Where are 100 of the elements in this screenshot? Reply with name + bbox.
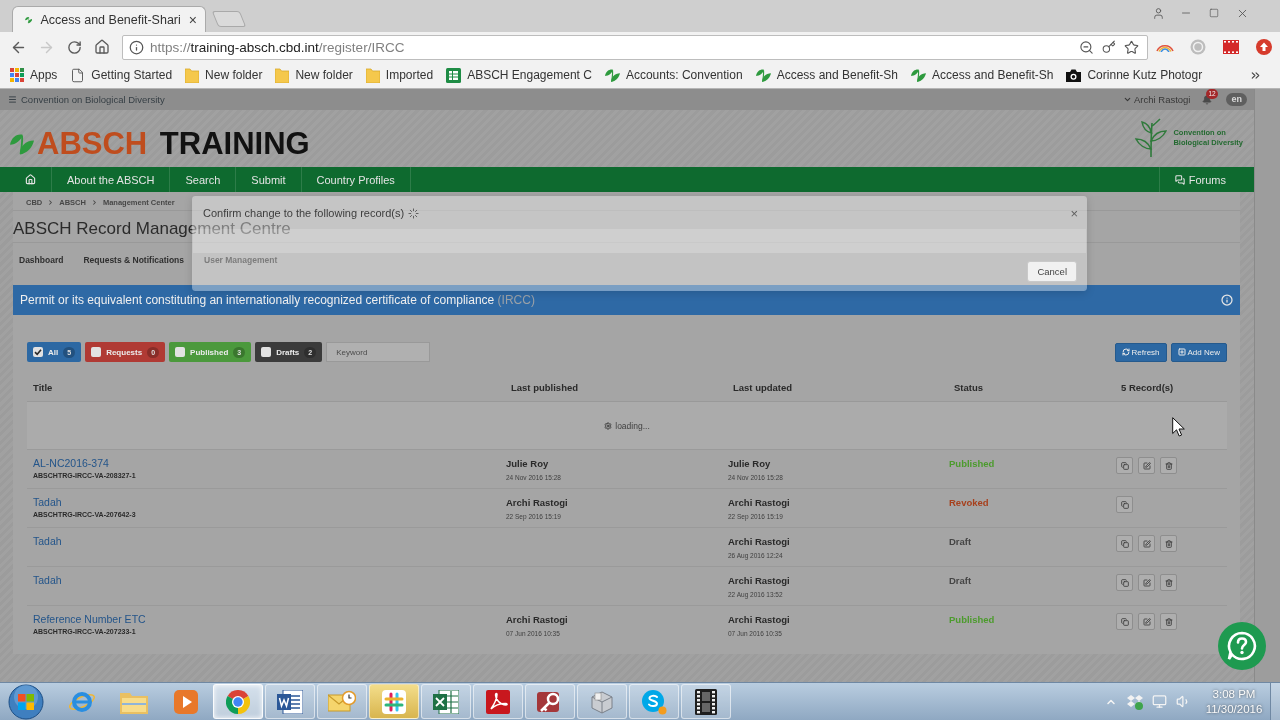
trash-icon [1164, 578, 1173, 587]
chat-bubble-icon [641, 688, 667, 715]
record-title-link[interactable]: Tadah [33, 574, 62, 587]
edit-button[interactable] [1138, 574, 1155, 591]
cog-icon [604, 421, 613, 430]
keyword-field[interactable]: Keyword [326, 342, 431, 362]
cancel-button[interactable]: Cancel [1027, 261, 1077, 282]
delete-button[interactable] [1160, 457, 1177, 474]
bookmark-link[interactable]: Access and Benefit-Sh [911, 67, 1054, 83]
edit-button[interactable] [1138, 457, 1155, 474]
edit-button[interactable] [1138, 535, 1155, 552]
refresh-icon [1121, 348, 1130, 356]
page-title: ABSCH Record Management Centre [13, 219, 291, 239]
updater-name: Archi Rastogi [728, 613, 790, 626]
column-header: Title [33, 381, 53, 393]
page-icon [70, 67, 86, 83]
windows-logo-icon [8, 683, 44, 720]
language-button[interactable]: en [1226, 93, 1247, 106]
show-desktop-button[interactable] [1270, 683, 1280, 720]
info-icon [129, 39, 144, 55]
bookmark-link[interactable]: Apps [10, 68, 58, 82]
taskbar-button[interactable] [681, 684, 731, 719]
checkbox-icon[interactable] [261, 347, 272, 357]
disc-icon [1189, 39, 1206, 55]
page-tab[interactable]: Dashboard [13, 250, 70, 270]
mouse-pointer-icon [1172, 417, 1185, 437]
maximize-icon [1209, 8, 1219, 18]
delete-button[interactable] [1160, 574, 1177, 591]
home-icon [94, 39, 110, 55]
scrollbar-track[interactable] [1254, 89, 1280, 682]
copy-button[interactable] [1116, 574, 1133, 591]
clock-date: 11/30/2016 [1205, 701, 1263, 717]
edit-button[interactable] [1138, 613, 1155, 630]
page-tab[interactable]: Requests & Notifications [77, 250, 190, 270]
dialog-close-button[interactable]: × [1070, 206, 1078, 220]
record-title-link[interactable]: Reference Number ETC [33, 613, 146, 626]
copy-button[interactable] [1116, 613, 1133, 630]
refresh-button[interactable]: Refresh [1114, 342, 1167, 362]
bookmark-link[interactable]: Getting Started [70, 67, 173, 83]
copy-button[interactable] [1116, 496, 1133, 513]
record-title-link[interactable]: Tadah [33, 496, 62, 509]
checkbox-icon[interactable] [91, 347, 102, 357]
document-icon [277, 689, 303, 714]
folder-icon [185, 67, 200, 83]
record-title-link[interactable]: Tadah [33, 535, 62, 548]
bookmark-link[interactable]: New folder [185, 67, 263, 83]
add-button[interactable]: Add New [1170, 342, 1227, 362]
copy-icon [1120, 617, 1129, 626]
leaf-icon [911, 67, 927, 83]
tab-close-button[interactable]: × [188, 12, 197, 27]
copy-button[interactable] [1116, 457, 1133, 474]
home-icon [25, 174, 36, 185]
trash-icon [1164, 539, 1173, 548]
bookmark-link[interactable]: Imported [365, 67, 434, 83]
leaf-icon [604, 67, 620, 83]
delete-button[interactable] [1160, 613, 1177, 630]
up-arrow-circle-icon [1255, 39, 1272, 55]
taskbar-button[interactable] [525, 684, 575, 719]
publisher-name: Julie Roy [506, 457, 549, 470]
user-menu-link[interactable]: Archi Rastogi [1123, 94, 1191, 105]
bookmark-star-icon[interactable] [1124, 39, 1139, 55]
copy-icon [1120, 578, 1129, 587]
status-text: Revoked [949, 496, 989, 509]
key-icon[interactable] [1102, 40, 1116, 54]
bell-icon[interactable] [1202, 94, 1213, 105]
copy-button[interactable] [1116, 535, 1133, 552]
url-text: https://training-absch.cbd.int/register/IRCC [150, 39, 406, 55]
column-header: Status [954, 381, 984, 393]
address-bar[interactable]: https://training-absch.cbd.int/register/IRCC [122, 34, 1148, 60]
leaf-logo-icon [10, 131, 34, 156]
spreadsheet-icon [433, 689, 459, 714]
checkbox-icon[interactable] [175, 347, 186, 357]
browser-tab[interactable]: Access and Benefit-Shari × [12, 6, 206, 32]
bookmark-link[interactable]: Accounts: Convention [604, 67, 743, 83]
publisher-name: Archi Rastogi [506, 613, 568, 626]
bookmark-link[interactable]: ABSCH Engagement C [446, 67, 592, 83]
delete-button[interactable] [1160, 535, 1177, 552]
column-header: Last updated [733, 381, 793, 393]
new-tab-button[interactable] [211, 11, 247, 27]
zoom-icon[interactable] [1079, 39, 1094, 55]
bookmark-link[interactable]: New folder [275, 67, 353, 83]
plus-square-icon [1177, 348, 1186, 356]
bookmark-link[interactable]: Corinne Kutz Photogr [1066, 68, 1203, 82]
edit-icon [1142, 461, 1151, 470]
clock-time: 3:08 PM [1212, 686, 1256, 702]
status-text: Published [949, 457, 995, 470]
tricolor-wheel-icon [226, 689, 250, 714]
record-title-link[interactable]: AL-NC2016-374 [33, 457, 109, 470]
camera-icon [1066, 68, 1082, 82]
question-bubble-icon [1227, 631, 1257, 661]
arc-icon [1155, 42, 1174, 52]
updater-name: Julie Roy [728, 457, 771, 470]
checkbox-icon[interactable] [33, 347, 43, 357]
hash-icon [382, 689, 406, 714]
taskbar-button[interactable] [265, 684, 315, 719]
person-icon [1151, 6, 1165, 20]
apps-grid-icon [10, 68, 24, 82]
film-icon [695, 688, 717, 715]
updater-name: Archi Rastogi [728, 574, 790, 587]
bookmark-link[interactable]: Access and Benefit-Sh [755, 67, 899, 83]
